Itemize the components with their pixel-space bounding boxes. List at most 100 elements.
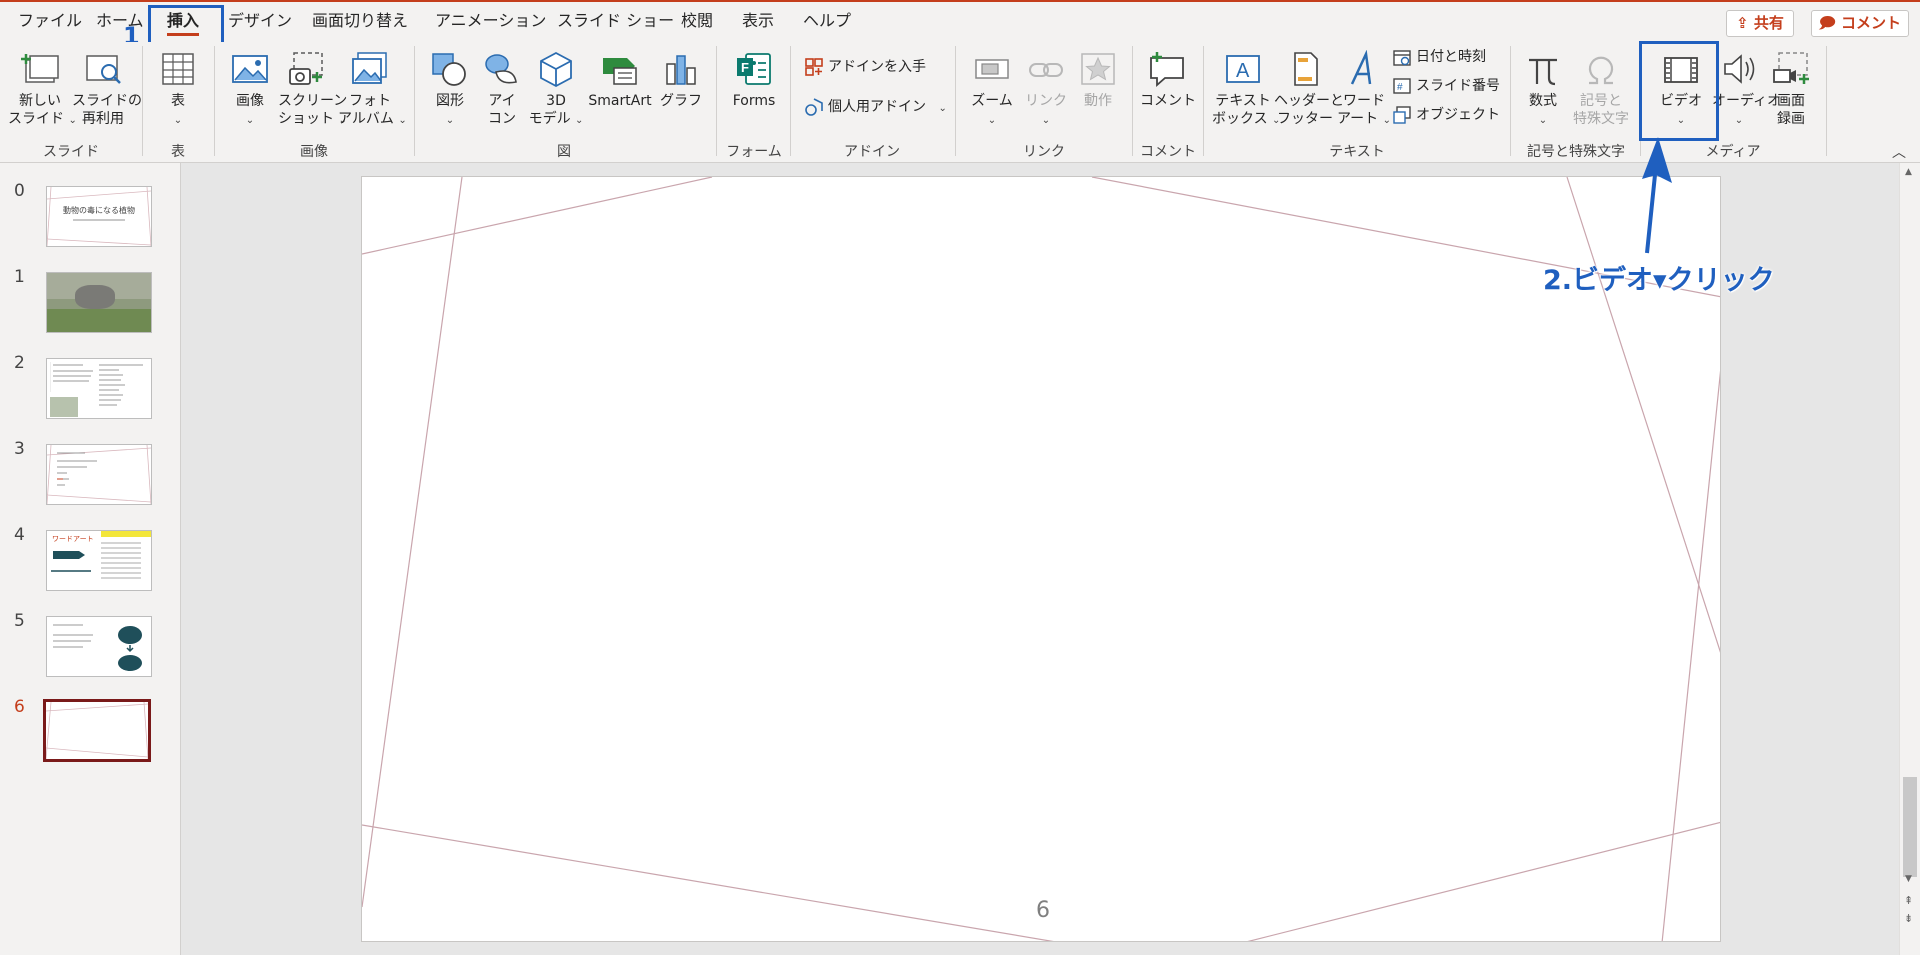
thumb-diagram [53, 624, 142, 671]
tab-help[interactable]: ヘルプ [803, 2, 851, 42]
annotation-arrow [1642, 137, 1672, 254]
image-button[interactable]: 画像 ⌄ [222, 50, 278, 130]
thumb-text-col [50, 362, 97, 392]
screenshot-button[interactable]: スクリーン ショット ⌄ [278, 50, 347, 130]
screenshot-label-1: スクリーン [278, 93, 348, 109]
date-time-label: 日付と時刻 [1416, 49, 1486, 65]
chevron-down-icon: ⌄ [1538, 115, 1548, 126]
reuse-slides-button[interactable]: スライドの 再利用 [72, 50, 142, 128]
thumb-text-lines [53, 364, 93, 382]
photo-album-icon [352, 52, 387, 84]
tab-transitions[interactable]: 画面切り替え [312, 2, 408, 42]
equation-button[interactable]: 数式 ⌄ [1518, 50, 1568, 130]
my-addins-button[interactable]: 個人用アドイン ⌄ [804, 96, 947, 120]
zoom-label: ズーム [971, 93, 1013, 109]
new-slide-button[interactable]: 新しい スライド ⌄ [8, 50, 77, 130]
icons-button[interactable]: アイ コン [478, 50, 526, 128]
action-button[interactable]: 動作 [1072, 50, 1124, 110]
chevron-down-icon: ⌄ [445, 115, 455, 126]
new-comment-button[interactable]: コメント [1140, 50, 1196, 110]
thumb-number: 1 [14, 267, 25, 287]
zoom-button[interactable]: ズーム ⌄ [964, 50, 1020, 130]
wordart-button[interactable]: ワード アート ⌄ [1336, 50, 1392, 130]
screenrec-label-2: 録画 [1777, 111, 1805, 127]
3d-model-button[interactable]: 3D モデル ⌄ [526, 50, 586, 130]
header-footer-label-1: ヘッダーと [1274, 93, 1344, 109]
slide-thumbnail-5[interactable] [46, 616, 152, 677]
next-slide-icon[interactable]: ⇟ [1904, 913, 1913, 924]
textbox-button[interactable]: A テキスト ボックス ⌄ [1212, 50, 1280, 130]
tab-animations[interactable]: アニメーション [435, 2, 546, 42]
tab-file[interactable]: ファイル [18, 2, 82, 42]
table-label: 表 [171, 93, 185, 109]
slide-thumbnail-4[interactable]: ワードアート [46, 530, 152, 591]
slide-thumbnail-3[interactable] [46, 444, 152, 505]
scroll-down-arrow-icon[interactable]: ▼ [1905, 874, 1912, 884]
tab-review[interactable]: 校閲 [681, 2, 713, 42]
screen-recording-button[interactable]: 画面 録画 [1766, 50, 1816, 128]
vertical-scrollbar[interactable]: ▲ ▼ ⇞ ⇟ [1899, 163, 1920, 955]
comment-icon [1150, 52, 1184, 87]
slide-thumbnail-0[interactable]: 動物の毒になる植物 [46, 186, 152, 247]
thumb-photo-cat [75, 285, 115, 309]
get-addins-label: アドインを入手 [828, 59, 926, 75]
comments-button[interactable]: 🗩 コメント [1811, 10, 1909, 37]
tab-view[interactable]: 表示 [742, 2, 774, 42]
screenrec-label-1: 画面 [1777, 93, 1805, 109]
annotation-box-insert-tab [148, 5, 224, 47]
thumb-number: 3 [14, 439, 25, 459]
scroll-up-arrow-icon[interactable]: ▲ [1905, 167, 1912, 177]
tab-slideshow[interactable]: スライド ショー [557, 2, 674, 42]
object-icon [1393, 106, 1411, 124]
header-footer-button[interactable]: ヘッダーと フッター [1274, 50, 1344, 128]
previous-slide-icon[interactable]: ⇞ [1904, 895, 1913, 906]
thumb-photo-grass [47, 309, 151, 332]
object-button[interactable]: オブジェクト [1392, 104, 1500, 126]
textbox-icon: A [1226, 55, 1260, 83]
group-label-links: リンク [1023, 144, 1065, 160]
link-button[interactable]: リンク ⌄ [1020, 50, 1072, 130]
slide-number-icon: # [1393, 78, 1411, 94]
textbox-label-1: テキスト [1215, 93, 1271, 109]
new-slide-label-1: 新しい [19, 93, 61, 109]
image-icon [232, 55, 268, 83]
slide-number-button[interactable]: # スライド番号 [1392, 75, 1500, 97]
smartart-button[interactable]: SmartArt [584, 50, 656, 110]
symbol-button[interactable]: 記号と 特殊文字 [1568, 50, 1634, 128]
scrollbar-thumb[interactable] [1903, 777, 1917, 877]
calendar-icon [1393, 50, 1411, 66]
speaker-icon [1724, 54, 1755, 84]
slide-thumbnail-6-selected[interactable] [43, 699, 151, 762]
forms-button[interactable]: F Forms [724, 50, 784, 110]
date-time-button[interactable]: 日付と時刻 [1392, 46, 1486, 68]
group-label-text: テキスト [1329, 144, 1385, 160]
icons-label-2: コン [488, 111, 516, 127]
svg-text:A: A [1236, 60, 1250, 82]
ribbon-tab-bar: ファイル ホーム 挿入 デザイン 画面切り替え アニメーション スライド ショー… [0, 2, 1920, 42]
slide-thumbnail-2[interactable] [46, 358, 152, 419]
group-label-forms: フォーム [726, 144, 782, 160]
thumb-number: 0 [14, 181, 25, 201]
collapse-ribbon-icon[interactable]: ︿ [1892, 142, 1906, 162]
current-slide[interactable] [361, 176, 1721, 942]
icons-icon [485, 54, 517, 84]
3d-label-1: 3D [546, 93, 566, 109]
group-label-comments: コメント [1140, 144, 1196, 160]
audio-button[interactable]: オーディオ ⌄ [1712, 50, 1781, 130]
table-button[interactable]: 表 ⌄ [150, 50, 206, 130]
screenshot-label-2: ショット [278, 111, 334, 127]
shapes-button[interactable]: 図形 ⌄ [422, 50, 478, 130]
slide-number-label: スライド番号 [1416, 78, 1500, 94]
thumb-decor-lines [46, 702, 148, 759]
comment-label: コメント [1140, 93, 1196, 109]
link-icon [1029, 63, 1063, 77]
textbox-label-2: ボックス [1212, 111, 1268, 127]
get-addins-button[interactable]: アドインを入手 [804, 56, 926, 78]
tab-design[interactable]: デザイン [228, 2, 292, 42]
chart-button[interactable]: グラフ [656, 50, 706, 110]
svg-text:#: # [1397, 82, 1403, 93]
share-button[interactable]: ⇪ 共有 [1726, 10, 1794, 37]
slide-thumbnail-1[interactable] [46, 272, 152, 333]
thumb-list-col [99, 362, 147, 414]
photo-album-button[interactable]: フォト アルバム ⌄ [338, 50, 407, 130]
